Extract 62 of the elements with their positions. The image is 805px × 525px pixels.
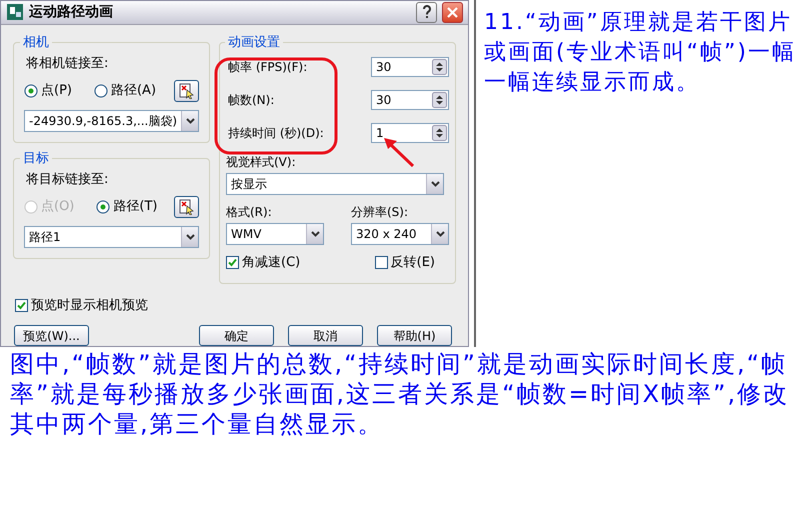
dropdown-button[interactable]	[431, 224, 448, 244]
annotation-text: 11.“动画”原理就是若干图片或画面(专业术语叫“帧”)一幅一幅连续显示而成。	[484, 9, 797, 97]
close-button[interactable]	[442, 2, 463, 23]
dropdown-button[interactable]	[426, 174, 443, 194]
group-title: 动画设置	[227, 34, 281, 52]
radio-label: 路径(A)	[110, 82, 156, 100]
pick-cursor-icon	[178, 198, 194, 214]
dropdown-field[interactable]: 按显示	[226, 173, 444, 195]
link-label: 将目标链接至:	[26, 171, 110, 189]
field-label: 帧数(N):	[228, 92, 274, 109]
pick-button[interactable]	[174, 80, 199, 102]
dialog-button[interactable]: 帮助(H)	[377, 325, 452, 346]
dropdown-button[interactable]	[181, 226, 198, 246]
caret-icon	[430, 181, 440, 187]
field-label: 格式(R):	[226, 204, 273, 221]
spin-arrows-icon	[432, 59, 447, 75]
dialog-button[interactable]: 确定	[199, 325, 274, 346]
caret-icon	[436, 231, 444, 237]
spin-arrows-icon	[432, 125, 447, 141]
window-title: 运动路径动画	[29, 2, 114, 22]
arrow-drawing	[382, 136, 416, 168]
checkbox-label: 反转(E)	[390, 254, 435, 272]
dropdown-field[interactable]: WMV	[226, 223, 324, 245]
dropdown-field[interactable]: 320 x 240	[351, 223, 449, 245]
help-button[interactable]	[416, 2, 437, 23]
field-label: 视觉样式(V):	[226, 154, 297, 171]
radio-button[interactable]	[24, 84, 38, 98]
radio-label: 点(P)	[41, 82, 72, 100]
checkbox[interactable]	[15, 298, 28, 312]
spin-arrows-icon	[432, 92, 447, 108]
caret-icon	[310, 231, 320, 237]
dialog-button[interactable]: 取消	[288, 325, 363, 346]
dropdown-field[interactable]: -24930.9,-8165.3,...脑袋)	[24, 110, 199, 132]
group-title: 相机	[22, 34, 50, 52]
dropdown-button[interactable]	[306, 224, 323, 244]
app-icon	[6, 3, 24, 22]
radio-label: 点(O)	[41, 198, 74, 216]
radio-button[interactable]	[96, 200, 110, 214]
dropdown-field[interactable]: 路径1	[24, 226, 199, 248]
dialog-button[interactable]: 预览(W)...	[14, 325, 89, 346]
checkbox-label: 角减速(C)	[242, 254, 300, 272]
group-title: 目标	[22, 150, 50, 168]
spinner-field[interactable]: 1	[371, 123, 449, 143]
caption-text: 图中,“帧数”就是图片的总数,“持续时间”就是动画实际时间长度,“帧率”就是每秒播放多少张画面,这三者关系是“帧数=时间X帧率”,修改其中两个量,第三个量自然显示。	[9, 349, 790, 439]
spinner-field[interactable]: 30	[371, 57, 449, 77]
radio-label: 路径(T)	[113, 198, 158, 216]
question-mark-icon	[422, 5, 432, 20]
close-icon	[447, 6, 458, 18]
pick-button[interactable]	[174, 196, 199, 218]
checkbox-label: 预览时显示相机预览	[31, 296, 148, 314]
field-label: 帧率 (FPS)(F):	[228, 59, 308, 76]
caret-icon	[186, 118, 195, 124]
spinner-field[interactable]: 30	[371, 90, 449, 110]
caret-icon	[186, 234, 194, 240]
link-label: 将相机链接至:	[26, 55, 110, 73]
pick-cursor-icon	[178, 82, 194, 98]
field-label: 持续时间 (秒)(D):	[228, 125, 324, 142]
field-label: 分辨率(S):	[351, 204, 410, 221]
radio-button[interactable]	[94, 84, 108, 98]
dropdown-button[interactable]	[181, 110, 198, 130]
checkbox[interactable]	[374, 256, 388, 270]
checkbox[interactable]	[226, 256, 239, 270]
